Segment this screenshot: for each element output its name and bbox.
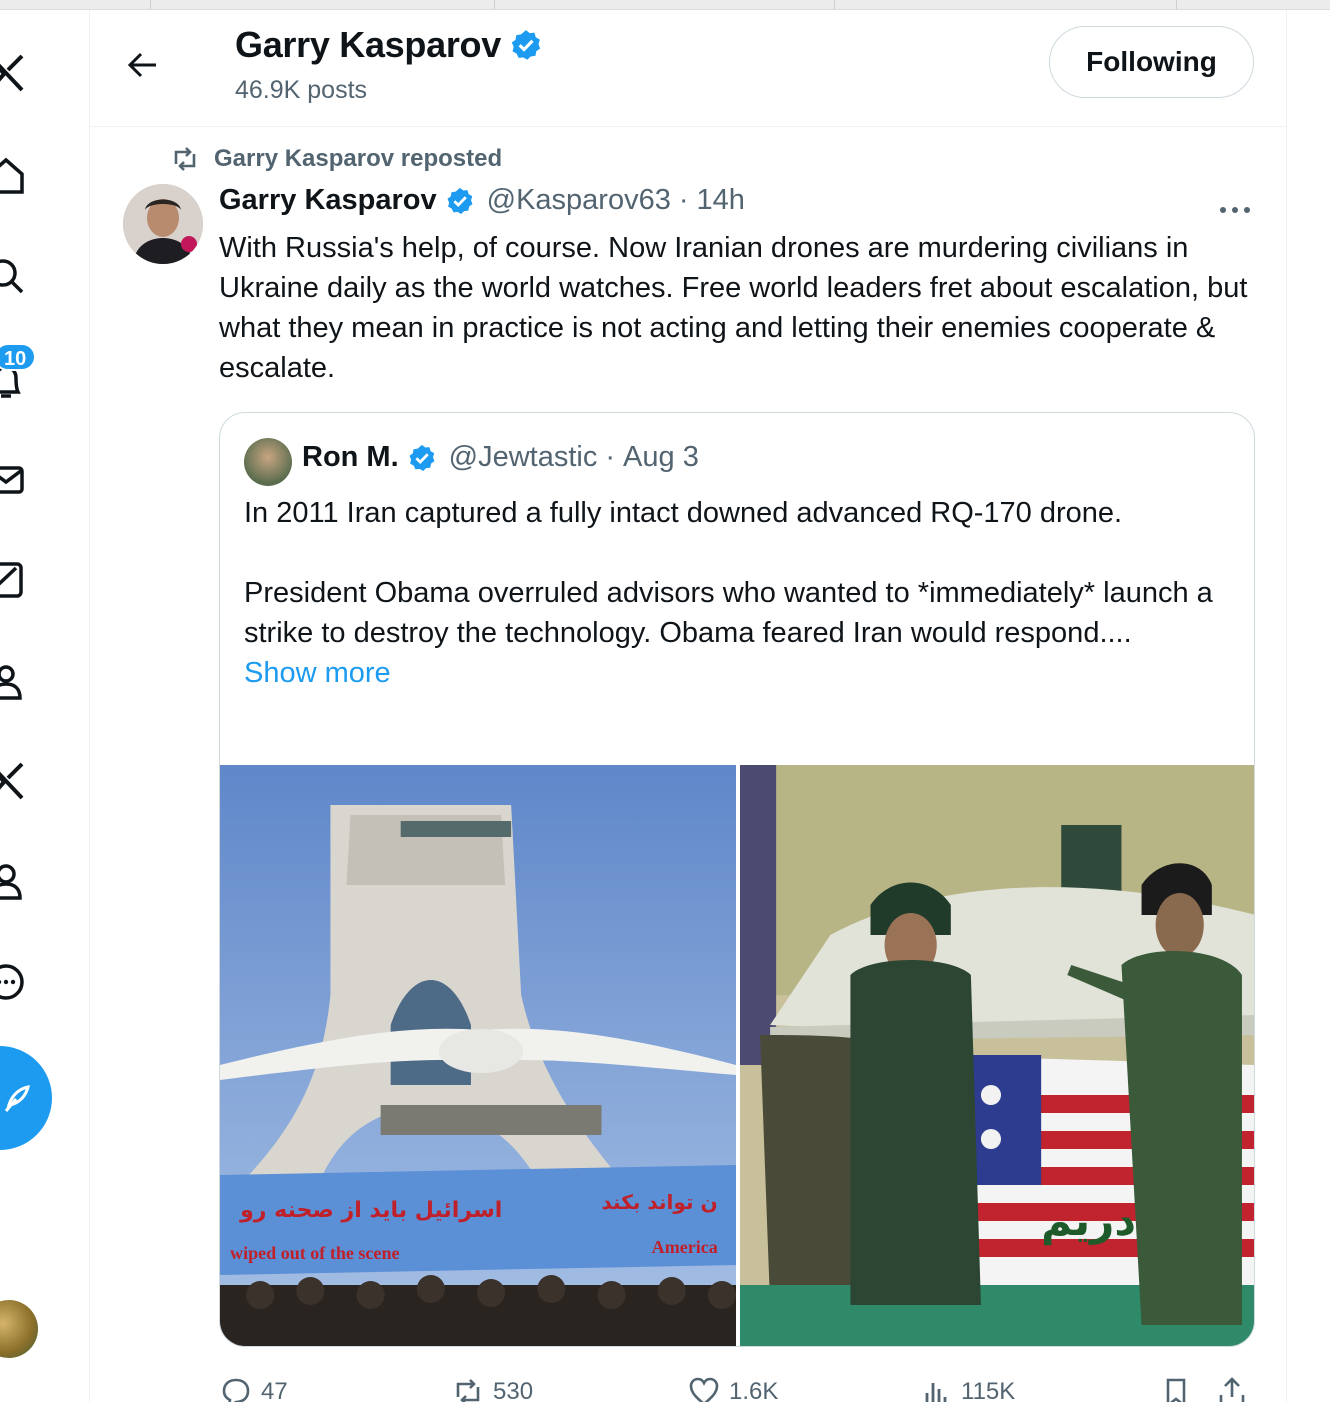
- banner-persian-text-2: ن تواند بکند: [601, 1190, 717, 1214]
- premium-x-icon[interactable]: [0, 760, 26, 800]
- meta-separator: ·: [678, 184, 689, 216]
- banner-english-text: wiped out of the scene: [230, 1243, 399, 1263]
- quote-time: Aug 3: [623, 441, 699, 473]
- banner-persian-text: اسرائیل باید از صحنه رو: [239, 1198, 502, 1223]
- quote-author-avatar: [244, 438, 292, 486]
- tweet-header: Garry Kasparov @Kasparov63 · 14h: [219, 184, 745, 217]
- reply-icon: [222, 1378, 250, 1402]
- views-button[interactable]: 115K: [919, 1375, 1015, 1402]
- show-more-link[interactable]: Show more: [244, 657, 391, 689]
- repost-icon: [174, 147, 196, 171]
- repost-indicator: Garry Kasparov reposted: [170, 144, 502, 174]
- author-handle[interactable]: @Kasparov63: [487, 184, 671, 217]
- tweet-text: With Russia's help, of course. Now Irani…: [219, 232, 1248, 384]
- more-circle-icon[interactable]: [0, 962, 26, 1002]
- communities-icon[interactable]: [0, 662, 26, 702]
- tweet-time[interactable]: 14h: [697, 184, 745, 217]
- like-count: 1.6K: [729, 1378, 779, 1402]
- reply-count: 47: [261, 1378, 288, 1402]
- heart-icon: [689, 1377, 719, 1402]
- profile-header: Garry Kasparov 46.9K posts Following: [90, 10, 1286, 127]
- verified-badge-icon: [445, 186, 475, 216]
- profile-name: Garry Kasparov: [235, 24, 501, 65]
- reply-button[interactable]: 47: [219, 1375, 288, 1402]
- tweet-actions: 47 530 1.6K 115K: [219, 1372, 1259, 1402]
- analytics-icon: [925, 1383, 947, 1402]
- left-nav: 10: [0, 10, 88, 1402]
- quote-text-block: In 2011 Iran captured a fully intact dow…: [244, 493, 1234, 693]
- back-arrow-icon: [127, 52, 156, 78]
- verified-badge-icon: [407, 443, 437, 473]
- quote-header: Ron M. @Jewtastic · Aug 3: [302, 441, 699, 474]
- repost-icon: [456, 1379, 480, 1402]
- quote-author-name: Ron M.: [302, 441, 399, 473]
- following-button[interactable]: Following: [1049, 26, 1254, 98]
- x-logo-icon[interactable]: [0, 52, 26, 92]
- share-icon: [1219, 1377, 1245, 1402]
- back-button[interactable]: [118, 40, 168, 90]
- notifications-badge: 10: [0, 343, 37, 371]
- messages-icon[interactable]: [0, 460, 26, 500]
- more-dots-icon: [1220, 207, 1250, 213]
- feather-icon: [4, 1085, 31, 1112]
- profile-title: Garry Kasparov: [235, 24, 543, 66]
- more-options-button[interactable]: [1210, 192, 1260, 228]
- quote-author-handle: @Jewtastic: [448, 441, 598, 473]
- drone-inspection-image[interactable]: ما قادریم: [740, 765, 1254, 1346]
- meta-separator: ·: [605, 441, 616, 473]
- bookmark-icon: [1166, 1378, 1186, 1402]
- repost-label[interactable]: Garry Kasparov reposted: [214, 145, 502, 173]
- account-avatar[interactable]: [0, 1300, 38, 1358]
- share-button[interactable]: [1215, 1375, 1249, 1402]
- profile-icon[interactable]: [0, 862, 26, 902]
- author-avatar[interactable]: [123, 184, 203, 264]
- post-count: 46.9K posts: [235, 76, 368, 104]
- lists-icon[interactable]: [0, 560, 26, 600]
- repost-button[interactable]: 530: [451, 1375, 533, 1402]
- like-button[interactable]: 1.6K: [687, 1375, 778, 1402]
- home-icon[interactable]: [0, 156, 26, 196]
- view-count: 115K: [961, 1378, 1016, 1402]
- quote-text: In 2011 Iran captured a fully intact dow…: [244, 497, 1213, 649]
- quote-media: اسرائیل باید از صحنه رو ن تواند بکند wip…: [220, 765, 1254, 1346]
- main-column: Garry Kasparov 46.9K posts Following Gar…: [89, 10, 1287, 1402]
- banner-english-text-2: America: [652, 1237, 718, 1257]
- repost-count: 530: [493, 1378, 534, 1402]
- browser-top-strip: [0, 0, 1330, 10]
- bookmark-button[interactable]: [1159, 1375, 1193, 1402]
- compose-post-button[interactable]: [0, 1046, 52, 1150]
- author-name[interactable]: Garry Kasparov: [219, 184, 437, 217]
- verified-badge-icon: [509, 28, 543, 62]
- search-icon[interactable]: [0, 256, 26, 296]
- quoted-tweet[interactable]: Ron M. @Jewtastic · Aug 3 In 2011 Iran c…: [219, 412, 1255, 1347]
- tweet[interactable]: Garry Kasparov reposted Garry Kasparov @…: [90, 128, 1286, 1402]
- drone-azadi-tower-image[interactable]: اسرائیل باید از صحنه رو ن تواند بکند wip…: [220, 765, 736, 1346]
